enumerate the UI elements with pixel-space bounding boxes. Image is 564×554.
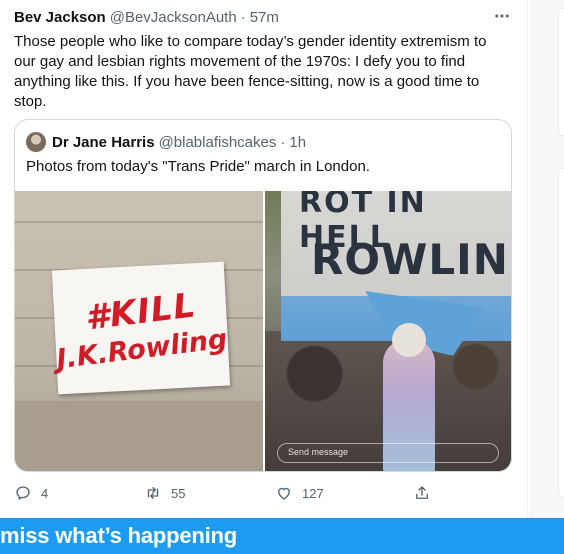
signup-banner[interactable]: miss what’s happening <box>0 518 564 554</box>
avatar[interactable] <box>26 132 46 152</box>
retweet-button[interactable]: 55 <box>144 482 185 504</box>
more-horizontal-icon-glyph <box>495 14 509 18</box>
tweet-actions: 4 55 127 <box>14 482 514 504</box>
sidebar-card <box>558 168 564 498</box>
heart-icon <box>278 487 290 500</box>
protester-face <box>392 323 426 357</box>
quote-text: Photos from today's "Trans Pride" march … <box>26 158 370 175</box>
protest-sign: #KILL J.K.Rowling <box>51 261 231 395</box>
photo-march-crowd[interactable]: ROT IN HELL ROWLING Send message <box>265 191 511 471</box>
reply-button[interactable]: 4 <box>14 482 48 504</box>
sidebar-card <box>558 8 564 136</box>
tweet-text: Those people who like to compare today’s… <box>14 33 491 110</box>
tweet[interactable]: Bev Jackson @BevJacksonAuth · 57m Those … <box>14 6 514 112</box>
share-button[interactable] <box>413 482 431 504</box>
photo-sign-wall[interactable]: #KILL J.K.Rowling <box>15 191 263 471</box>
wall-joint <box>15 221 263 223</box>
retweet-icon <box>147 487 159 499</box>
retweet-count: 55 <box>171 485 186 501</box>
banner-text-line2: ROWLING <box>311 235 511 284</box>
quote-header: Dr Jane Harris @blablafishcakes · 1h <box>26 132 306 152</box>
share-icon <box>416 486 428 499</box>
quoted-tweet[interactable]: Dr Jane Harris @blablafishcakes · 1h Pho… <box>14 119 512 472</box>
reply-count: 4 <box>41 485 49 501</box>
quote-author-handle[interactable]: @blablafishcakes <box>159 134 277 151</box>
tweet-timestamp[interactable]: 57m <box>250 9 279 26</box>
more-horizontal-icon[interactable] <box>492 6 512 26</box>
quote-timestamp[interactable]: 1h <box>289 134 306 151</box>
tweet-header: Bev Jackson @BevJacksonAuth · 57m <box>14 6 514 28</box>
quote-author-name[interactable]: Dr Jane Harris <box>52 134 155 151</box>
send-message-text: Send message <box>288 447 349 457</box>
reply-icon <box>16 486 30 500</box>
send-message-overlay: Send message <box>277 443 499 463</box>
author-handle[interactable]: @BevJacksonAuth <box>110 9 237 26</box>
media-grid: #KILL J.K.Rowling ROT IN HELL ROWLING Se… <box>15 191 511 471</box>
like-count: 127 <box>302 485 324 501</box>
pavement <box>15 401 263 471</box>
timeline-column: Bev Jackson @BevJacksonAuth · 57m Those … <box>0 0 528 518</box>
separator-dot: · <box>280 133 286 151</box>
separator-dot: · <box>240 8 246 26</box>
like-button[interactable]: 127 <box>275 482 324 504</box>
author-name[interactable]: Bev Jackson <box>14 9 106 26</box>
banner-text: miss what’s happening <box>0 523 238 548</box>
